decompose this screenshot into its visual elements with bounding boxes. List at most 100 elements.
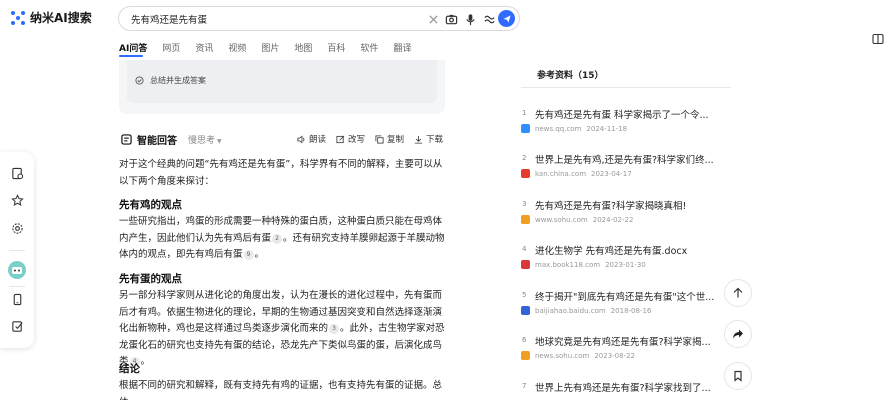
filter-icon[interactable] — [482, 12, 496, 26]
site-favicon-icon — [521, 260, 530, 269]
reference-number: 1 — [522, 109, 527, 117]
bookmark-icon — [734, 370, 742, 382]
bookmark-button[interactable] — [724, 362, 752, 390]
search-input[interactable] — [131, 11, 421, 27]
reference-source: kan.china.com — [535, 169, 587, 178]
reference-item[interactable]: 1 先有鸡还是先有蛋 科学家揭示了一个令... news.qq.com 2024… — [521, 107, 731, 147]
references-divider — [521, 87, 731, 88]
reference-title[interactable]: 世界上先有鸡还是先有蛋?科学家找到了... — [535, 380, 731, 394]
share-button[interactable] — [724, 320, 752, 348]
reference-item[interactable]: 7 世界上先有鸡还是先有蛋?科学家找到了... — [521, 380, 731, 400]
references-title: 参考资料（15） — [537, 71, 604, 81]
arrow-up-icon — [733, 287, 743, 298]
history-icon[interactable] — [10, 166, 24, 180]
reference-meta: news.sohu.com 2023-08-22 — [521, 351, 635, 360]
citation-badge[interactable]: 9 — [243, 250, 254, 260]
reference-number: 3 — [522, 200, 527, 208]
app-logo[interactable]: 纳米AI搜索 — [10, 9, 92, 26]
reference-item[interactable]: 5 终于揭开"到底先有鸡还是先有蛋"这个世... baijiahao.baidu… — [521, 289, 731, 329]
site-favicon-icon — [521, 306, 530, 315]
tab-encyclopedia[interactable]: 百科 — [327, 41, 345, 54]
tab-web[interactable]: 网页 — [162, 41, 180, 54]
reference-item[interactable]: 6 地球究竟是先有鸡还是先有蛋?科学家揭... news.sohu.com 20… — [521, 334, 731, 374]
search-tabs: AI问答 网页 资讯 视频 图片 地图 百科 软件 翻译 — [119, 41, 426, 54]
rewrite-button[interactable]: 改写 — [336, 133, 365, 145]
reference-meta: www.sohu.com 2024-02-22 — [521, 215, 633, 224]
section-paragraph: 根据不同的研究和解释，既有支持先有鸡的证据，也有支持先有蛋的证据。总体 — [119, 380, 443, 400]
reference-date: 2024-11-18 — [586, 124, 628, 133]
clear-icon[interactable] — [426, 12, 440, 26]
scroll-to-top-button[interactable] — [724, 279, 752, 307]
answer-icon — [121, 134, 132, 145]
toolbar-divider — [9, 286, 25, 287]
answer-title-label: 智能回答 — [137, 136, 177, 147]
reference-source: news.qq.com — [535, 124, 582, 133]
reference-number: 6 — [522, 336, 527, 344]
reference-source: www.sohu.com — [535, 215, 588, 224]
read-aloud-button[interactable]: 朗读 — [297, 133, 326, 145]
thinking-mode-label: 慢思考 — [188, 136, 216, 146]
reference-source: baijiahao.baidu.com — [535, 306, 606, 315]
reference-title[interactable]: 终于揭开"到底先有鸡还是先有蛋"这个世... — [535, 289, 731, 303]
site-favicon-icon — [521, 124, 530, 133]
reference-source: news.sohu.com — [535, 351, 590, 360]
assistant-avatar-icon[interactable] — [8, 261, 26, 279]
reference-number: 7 — [522, 382, 527, 390]
reference-meta: max.book118.com 2023-01-30 — [521, 260, 646, 269]
reference-date: 2023-08-22 — [594, 351, 636, 360]
tab-translate[interactable]: 翻译 — [393, 41, 411, 54]
edit-icon — [336, 135, 345, 143]
tab-video[interactable]: 视频 — [228, 41, 246, 54]
microphone-icon[interactable] — [463, 12, 477, 26]
share-icon — [733, 329, 743, 339]
site-favicon-icon — [521, 215, 530, 224]
citation-badge[interactable]: 3 — [329, 324, 340, 334]
tab-ai-answer[interactable]: AI问答 — [119, 41, 147, 54]
copy-icon — [375, 134, 384, 144]
tab-map[interactable]: 地图 — [294, 41, 312, 54]
search-submit-button[interactable] — [498, 10, 515, 27]
reference-title[interactable]: 先有鸡还是先有蛋?科学家揭晓真相! — [535, 198, 731, 212]
reference-item[interactable]: 2 世界上是先有鸡,还是先有蛋?科学家们终... kan.china.com 2… — [521, 152, 731, 192]
reference-date: 2018-08-16 — [610, 306, 652, 315]
section-paragraph: 一些研究指出，鸡蛋的形成需要一种特殊的蛋白质，这种蛋白质只能在母鸡体内产生，因此… — [119, 214, 446, 264]
tab-news[interactable]: 资讯 — [195, 41, 213, 54]
paragraph-text: 。 — [140, 356, 151, 367]
summary-step-label: 总结并生成答案 — [150, 76, 206, 85]
check-circle-icon — [135, 76, 144, 85]
toolbar-divider — [9, 250, 25, 251]
reference-number: 4 — [522, 245, 527, 253]
citation-badge[interactable]: 2 — [272, 233, 283, 244]
reference-title[interactable]: 世界上是先有鸡,还是先有蛋?科学家们终... — [535, 152, 731, 166]
section-heading: 结论 — [119, 363, 140, 375]
reference-date: 2023-04-17 — [591, 169, 632, 178]
reference-title[interactable]: 进化生物学 先有鸡还是先有蛋.docx — [535, 243, 731, 257]
mobile-icon[interactable] — [10, 292, 24, 306]
send-icon — [502, 14, 511, 23]
reference-item[interactable]: 4 进化生物学 先有鸡还是先有蛋.docx max.book118.com 20… — [521, 243, 731, 283]
reference-title[interactable]: 地球究竟是先有鸡还是先有蛋?科学家揭... — [535, 334, 731, 348]
download-label: 下载 — [425, 135, 443, 145]
copy-button[interactable]: 复制 — [375, 133, 404, 145]
reference-date: 2023-01-30 — [605, 260, 646, 269]
reference-title[interactable]: 先有鸡还是先有蛋 科学家揭示了一个令... — [535, 107, 731, 121]
reference-meta: kan.china.com 2023-04-17 — [521, 169, 632, 178]
reference-meta: baijiahao.baidu.com 2018-08-16 — [521, 306, 651, 315]
feedback-icon[interactable] — [10, 319, 24, 333]
thinking-mode-dropdown[interactable]: 慢思考 ▼ — [188, 133, 222, 146]
reference-item[interactable]: 3 先有鸡还是先有蛋?科学家揭晓真相! www.sohu.com 2024-02… — [521, 198, 731, 238]
camera-icon[interactable] — [444, 12, 458, 26]
tab-software[interactable]: 软件 — [360, 41, 378, 54]
answer-intro: 对于这个经典的问题“先有鸡还是先有蛋”，科学界有不同的解释，主要可以从以下两个角… — [119, 159, 443, 187]
section-paragraph: 另一部分科学家则从进化论的角度出发，认为在漫长的进化过程中，先有蛋而后才有鸡。依… — [119, 288, 446, 371]
download-icon — [414, 135, 423, 144]
summary-step: 总结并生成答案 — [135, 75, 206, 86]
tab-images[interactable]: 图片 — [261, 41, 279, 54]
reference-number: 2 — [522, 154, 527, 162]
download-button[interactable]: 下载 — [414, 133, 443, 145]
settings-icon[interactable] — [10, 221, 24, 235]
layout-toggle-icon[interactable] — [872, 33, 884, 45]
star-icon[interactable] — [10, 193, 24, 207]
thinking-steps-card: 总结并生成答案 — [119, 60, 445, 114]
speaker-icon — [297, 135, 305, 143]
